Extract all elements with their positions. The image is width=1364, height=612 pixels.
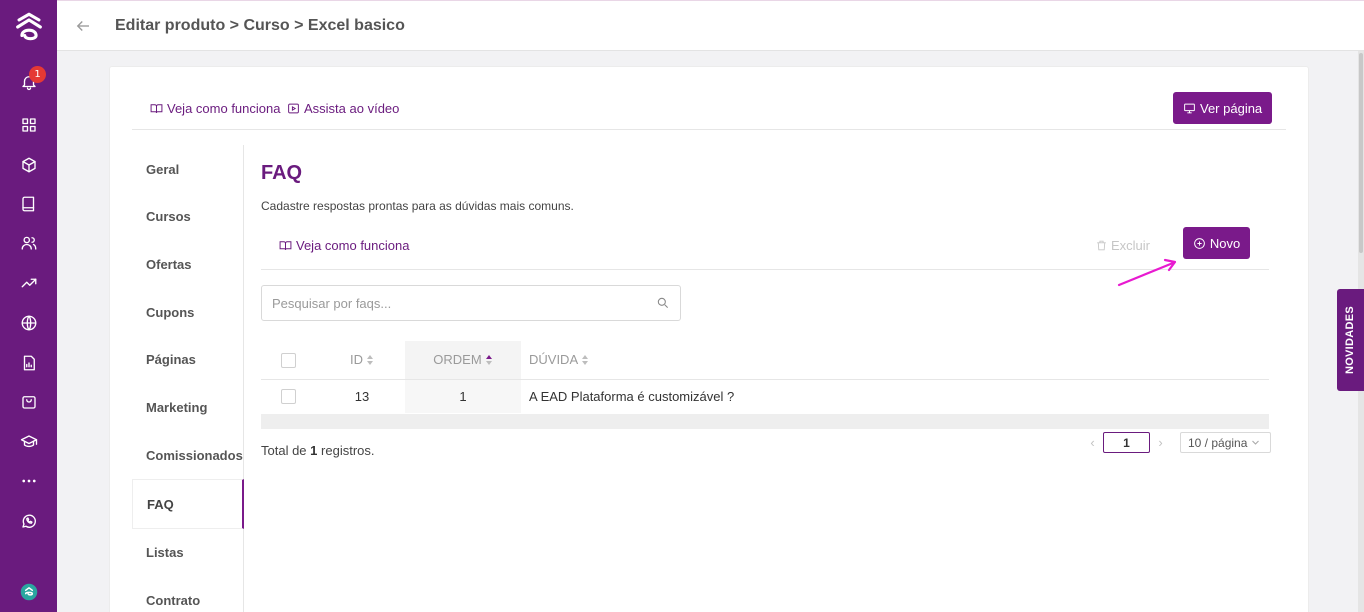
- table-header-row: ID ORDEM DÚVIDA: [261, 341, 1269, 380]
- delete-button[interactable]: Excluir: [1095, 238, 1150, 253]
- help-logo-icon[interactable]: [0, 577, 57, 607]
- notification-badge: 1: [29, 66, 46, 83]
- select-all-checkbox[interactable]: [281, 352, 296, 368]
- open-book-icon: [279, 239, 296, 252]
- delete-label: Excluir: [1111, 238, 1151, 253]
- faq-search: [261, 285, 681, 321]
- grid-icon[interactable]: [0, 110, 57, 140]
- app-logo[interactable]: [0, 10, 57, 44]
- column-id-label: ID: [350, 352, 363, 368]
- faq-how-it-works-label: Veja como funciona: [296, 238, 410, 253]
- submenu-label: Ofertas: [146, 256, 192, 272]
- column-id[interactable]: ID: [319, 341, 405, 380]
- row-id: 13: [354, 388, 370, 404]
- submenu-item-faq[interactable]: FAQ: [132, 479, 244, 529]
- total-records: Total de 1 registros.: [261, 443, 375, 458]
- watch-video-link[interactable]: Assista ao vídeo: [287, 101, 399, 116]
- row-duvida: A EAD Plataforma é customizável ?: [529, 388, 735, 404]
- plus-circle-icon: [1193, 237, 1210, 250]
- monitor-icon: [1183, 102, 1200, 115]
- submenu-label: Marketing: [146, 399, 208, 415]
- submenu-label: Páginas: [146, 351, 196, 367]
- view-page-label: Ver página: [1200, 100, 1263, 116]
- new-faq-button[interactable]: Novo: [1183, 227, 1250, 259]
- how-it-works-link[interactable]: Veja como funciona: [150, 101, 280, 116]
- submenu-item-comissionados[interactable]: Comissionados: [132, 431, 244, 479]
- view-page-button[interactable]: Ver página: [1173, 92, 1273, 124]
- current-page[interactable]: 1: [1103, 432, 1150, 453]
- app-sidebar: 1: [0, 0, 57, 612]
- submenu-item-marketing[interactable]: Marketing: [132, 383, 244, 431]
- submenu-item-cupons[interactable]: Cupons: [132, 288, 244, 336]
- graduation-icon[interactable]: [0, 427, 57, 457]
- back-arrow-icon[interactable]: [57, 17, 109, 35]
- page-size-select[interactable]: 10 / página: [1180, 432, 1271, 453]
- submenu-item-ofertas[interactable]: Ofertas: [132, 240, 244, 288]
- card-header: Veja como funciona Assista ao vídeo Ver …: [132, 92, 1286, 130]
- submenu-label: Listas: [146, 544, 184, 560]
- table-horizontal-scrollbar[interactable]: [261, 414, 1269, 429]
- product-card: Veja como funciona Assista ao vídeo Ver …: [109, 66, 1309, 612]
- column-duvida-label: DÚVIDA: [529, 352, 579, 368]
- product-submenu: Geral Cursos Ofertas Cupons Páginas Mark…: [132, 145, 244, 612]
- table-row[interactable]: 13 1 A EAD Plataforma é customizável ?: [261, 379, 1269, 413]
- page-title: FAQ: [261, 162, 303, 184]
- sort-icon: [485, 355, 493, 366]
- total-count: 1: [310, 443, 318, 458]
- faq-how-it-works-link[interactable]: Veja como funciona: [279, 238, 409, 253]
- sort-icon: [367, 355, 374, 366]
- open-book-icon: [150, 102, 167, 115]
- row-checkbox[interactable]: [281, 389, 296, 405]
- column-ordem-label: ORDEM: [433, 352, 482, 368]
- column-duvida[interactable]: DÚVIDA: [521, 341, 1269, 380]
- sort-icon: [582, 355, 589, 366]
- breadcrumb: Editar produto > Curso > Excel basico: [115, 16, 405, 34]
- submenu-item-listas[interactable]: Listas: [132, 528, 244, 576]
- new-faq-label: Novo: [1209, 235, 1241, 251]
- total-suffix: registros.: [321, 443, 375, 458]
- how-it-works-label: Veja como funciona: [167, 101, 281, 116]
- novidades-label: NOVIDADES: [1344, 305, 1357, 375]
- submenu-label: FAQ: [147, 496, 174, 512]
- globe-icon[interactable]: [0, 308, 57, 338]
- pagination: ‹ 1 › 10 / página: [1085, 432, 1271, 453]
- report-icon[interactable]: [0, 348, 57, 378]
- row-select-cell: [261, 379, 319, 413]
- faq-table: ID ORDEM DÚVIDA 13 1 A EAD Plataforma é …: [261, 341, 1269, 413]
- search-input[interactable]: [262, 286, 642, 320]
- whatsapp-icon[interactable]: [0, 506, 57, 536]
- box-icon[interactable]: [0, 150, 57, 180]
- column-ordem[interactable]: ORDEM: [405, 341, 521, 380]
- more-icon[interactable]: [0, 466, 57, 496]
- submenu-label: Cupons: [146, 304, 195, 320]
- prev-page-icon[interactable]: ‹: [1085, 435, 1100, 450]
- page-subtitle: Cadastre respostas prontas para as dúvid…: [261, 199, 574, 213]
- watch-video-label: Assista ao vídeo: [304, 101, 400, 116]
- trending-icon[interactable]: [0, 268, 57, 298]
- submenu-label: Contrato: [146, 592, 201, 608]
- next-page-icon[interactable]: ›: [1153, 435, 1168, 450]
- play-icon: [287, 102, 304, 115]
- select-all-cell: [261, 341, 319, 380]
- trash-icon: [1095, 239, 1111, 252]
- users-icon[interactable]: [0, 228, 57, 258]
- submenu-label: Geral: [146, 161, 180, 177]
- bag-icon[interactable]: [0, 387, 57, 417]
- submenu-item-cursos[interactable]: Cursos: [132, 192, 244, 240]
- top-bar: Editar produto > Curso > Excel basico: [57, 0, 1364, 51]
- row-ordem: 1: [405, 379, 521, 413]
- submenu-label: Comissionados: [146, 447, 243, 463]
- novidades-tab[interactable]: NOVIDADES: [1337, 289, 1364, 391]
- total-prefix: Total de: [261, 443, 307, 458]
- submenu-item-contrato[interactable]: Contrato: [132, 576, 244, 612]
- page-size-label: 10 / página: [1188, 435, 1248, 450]
- submenu-item-geral[interactable]: Geral: [132, 145, 244, 193]
- submenu-label: Cursos: [146, 208, 191, 224]
- annotation-arrow-icon: [1117, 258, 1177, 287]
- chevron-down-icon: [1247, 438, 1260, 447]
- submenu-item-paginas[interactable]: Páginas: [132, 335, 244, 383]
- search-icon[interactable]: [656, 296, 670, 310]
- book-icon[interactable]: [0, 189, 57, 219]
